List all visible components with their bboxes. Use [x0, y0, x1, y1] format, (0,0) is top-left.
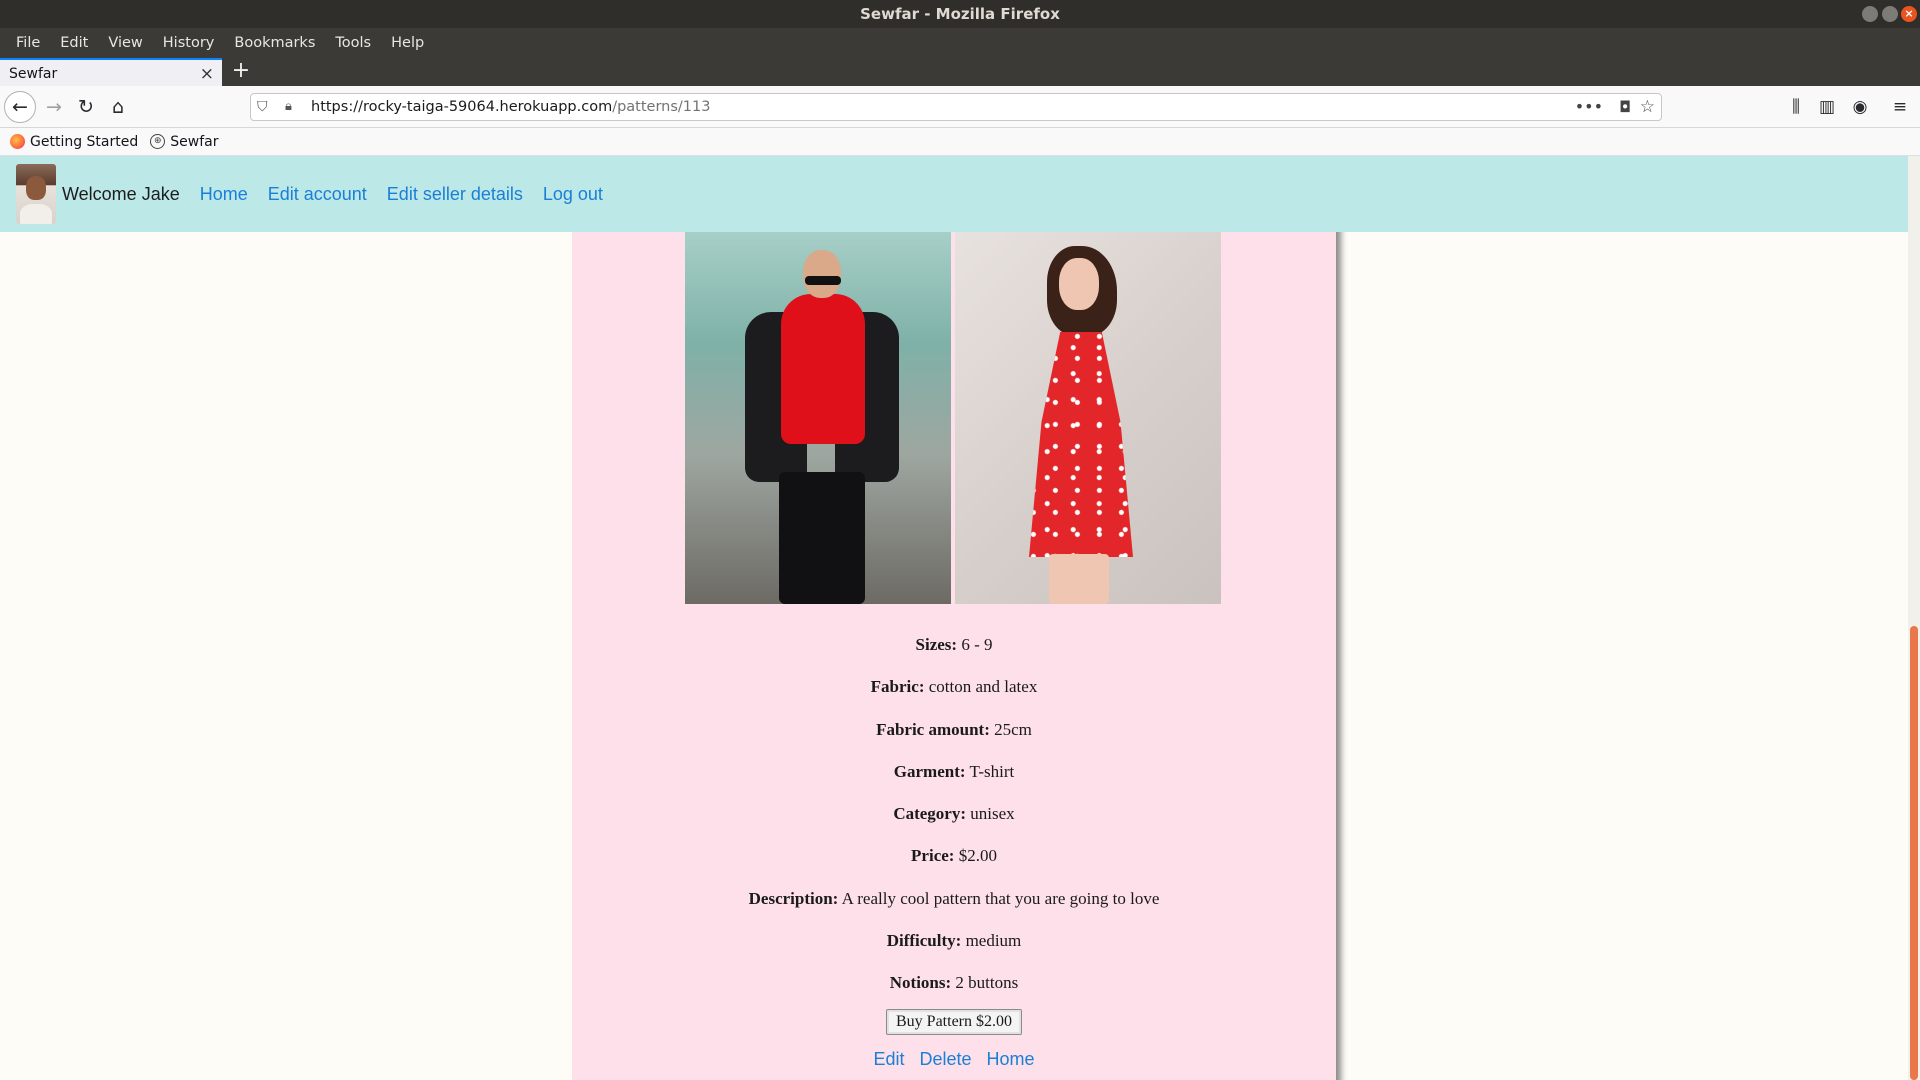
scrollbar-thumb[interactable]	[1910, 626, 1918, 1080]
sidebar-icon[interactable]: ▥	[1813, 92, 1841, 122]
home-link[interactable]: Home	[987, 1049, 1035, 1069]
detail-garment: Garment: T-shirt	[893, 761, 1015, 781]
back-icon[interactable]: ←	[4, 91, 36, 123]
tracking-shield-icon[interactable]: ⛉	[257, 94, 268, 120]
menu-tools[interactable]: Tools	[325, 28, 381, 58]
detail-difficulty: Difficulty: medium	[886, 931, 1022, 951]
page-actions-icon[interactable]: •••	[1575, 94, 1603, 120]
close-window-icon[interactable]: ×	[1901, 6, 1917, 22]
page-scrollbar[interactable]	[1908, 156, 1920, 1080]
avatar[interactable]	[16, 164, 56, 224]
minimize-icon[interactable]	[1862, 6, 1878, 22]
firefox-icon	[10, 134, 25, 149]
welcome-text: Welcome Jake	[62, 183, 180, 204]
nav-home-link[interactable]: Home	[200, 184, 248, 205]
page-viewport: Sizes: 6 - 9 Fabric: cotton and latex Fa…	[0, 156, 1920, 1080]
bookmark-star-icon[interactable]: ☆	[1640, 94, 1655, 120]
account-icon[interactable]: ◉	[1846, 92, 1874, 122]
detail-fabric-amount: Fabric amount: 25cm	[876, 719, 1032, 739]
nav-edit-seller-details-link[interactable]: Edit seller details	[387, 184, 523, 205]
detail-notions: Notions: 2 buttons	[889, 973, 1019, 993]
nav-toolbar: ← → ↻ ⌂ ⛉ 🔒︎ https://rocky-taiga-59064.h…	[0, 86, 1920, 128]
buy-pattern-button[interactable]: Buy Pattern $2.00	[886, 1008, 1022, 1035]
reload-icon[interactable]: ↻	[72, 92, 100, 122]
pattern-actions: Edit Delete Home	[572, 1049, 1336, 1070]
bookmark-label: Sewfar	[170, 133, 219, 150]
hamburger-menu-icon[interactable]: ≡	[1886, 92, 1914, 122]
menu-file[interactable]: File	[6, 28, 50, 58]
detail-fabric: Fabric: cotton and latex	[870, 677, 1038, 697]
maximize-icon[interactable]	[1882, 6, 1898, 22]
tab-close-icon[interactable]: ×	[200, 60, 214, 88]
window-title: Sewfar - Mozilla Firefox	[860, 5, 1060, 23]
tab-sewfar[interactable]: Sewfar ×	[0, 58, 222, 86]
new-tab-icon[interactable]: +	[230, 58, 252, 84]
menu-help[interactable]: Help	[381, 28, 434, 58]
home-icon[interactable]: ⌂	[104, 92, 132, 122]
url-bar[interactable]: ⛉ 🔒︎ https://rocky-taiga-59064.herokuapp…	[250, 93, 1662, 121]
tab-label: Sewfar	[9, 66, 58, 82]
menu-edit[interactable]: Edit	[50, 28, 98, 58]
nav-logout-link[interactable]: Log out	[543, 184, 603, 205]
forward-icon[interactable]: →	[40, 92, 68, 122]
delete-link[interactable]: Delete	[919, 1049, 971, 1069]
bookmarks-bar: Getting Started ⊕ Sewfar	[0, 128, 1920, 156]
menubar: File Edit View History Bookmarks Tools H…	[0, 28, 1920, 58]
bookmark-sewfar[interactable]: ⊕ Sewfar	[150, 134, 218, 150]
detail-description: Description: A really cool pattern that …	[748, 888, 1160, 908]
pattern-photo-man	[685, 232, 951, 604]
url-path: /patterns/113	[612, 99, 711, 115]
detail-category: Category: unisex	[893, 804, 1015, 824]
menu-history[interactable]: History	[153, 28, 225, 58]
bookmark-label: Getting Started	[30, 133, 139, 150]
lock-icon[interactable]: 🔒︎	[285, 94, 292, 120]
url-host: https://rocky-taiga-59064.herokuapp.com	[311, 99, 613, 115]
bookmark-getting-started[interactable]: Getting Started	[10, 134, 138, 150]
edit-link[interactable]: Edit	[873, 1049, 904, 1069]
tab-strip: Sewfar × +	[0, 58, 1920, 86]
window-titlebar: Sewfar - Mozilla Firefox ×	[0, 0, 1920, 28]
site-navbar: Welcome Jake Home Edit account Edit sell…	[0, 156, 1908, 232]
pattern-card: Sizes: 6 - 9 Fabric: cotton and latex Fa…	[572, 156, 1336, 1080]
library-icon[interactable]: ⫼	[1782, 92, 1810, 122]
pattern-photo-woman	[955, 232, 1221, 604]
menu-bookmarks[interactable]: Bookmarks	[224, 28, 325, 58]
pattern-details: Sizes: 6 - 9 Fabric: cotton and latex Fa…	[572, 624, 1336, 1070]
pocket-icon[interactable]: ◘	[1619, 94, 1631, 120]
detail-sizes: Sizes: 6 - 9	[915, 635, 993, 654]
detail-price: Price: $2.00	[911, 846, 997, 866]
url-text[interactable]: https://rocky-taiga-59064.herokuapp.com/…	[311, 94, 710, 120]
nav-edit-account-link[interactable]: Edit account	[268, 184, 367, 205]
menu-view[interactable]: View	[98, 28, 152, 58]
globe-icon: ⊕	[150, 134, 166, 149]
